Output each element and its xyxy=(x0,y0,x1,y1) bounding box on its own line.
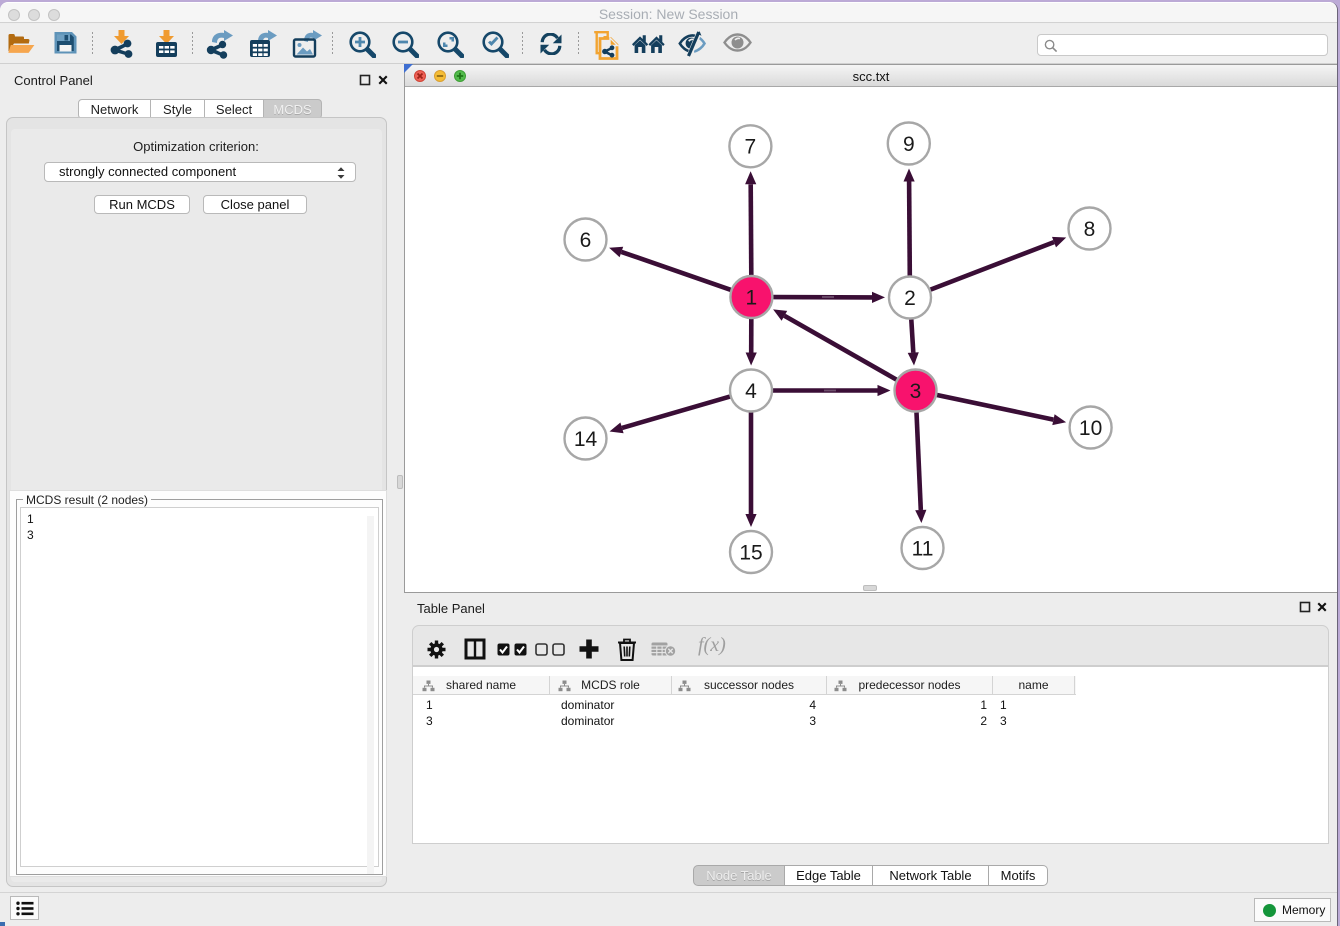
svg-text:11: 11 xyxy=(912,537,934,560)
svg-text:8: 8 xyxy=(1084,218,1096,241)
svg-text:7: 7 xyxy=(745,136,757,159)
svg-text:4: 4 xyxy=(745,380,757,403)
svg-text:14: 14 xyxy=(574,428,598,451)
svg-text:15: 15 xyxy=(739,541,762,564)
svg-text:6: 6 xyxy=(580,229,592,252)
svg-text:1: 1 xyxy=(746,286,758,309)
svg-text:2: 2 xyxy=(904,287,916,310)
svg-text:3: 3 xyxy=(910,380,922,403)
svg-text:9: 9 xyxy=(903,133,915,156)
svg-text:10: 10 xyxy=(1079,417,1102,440)
